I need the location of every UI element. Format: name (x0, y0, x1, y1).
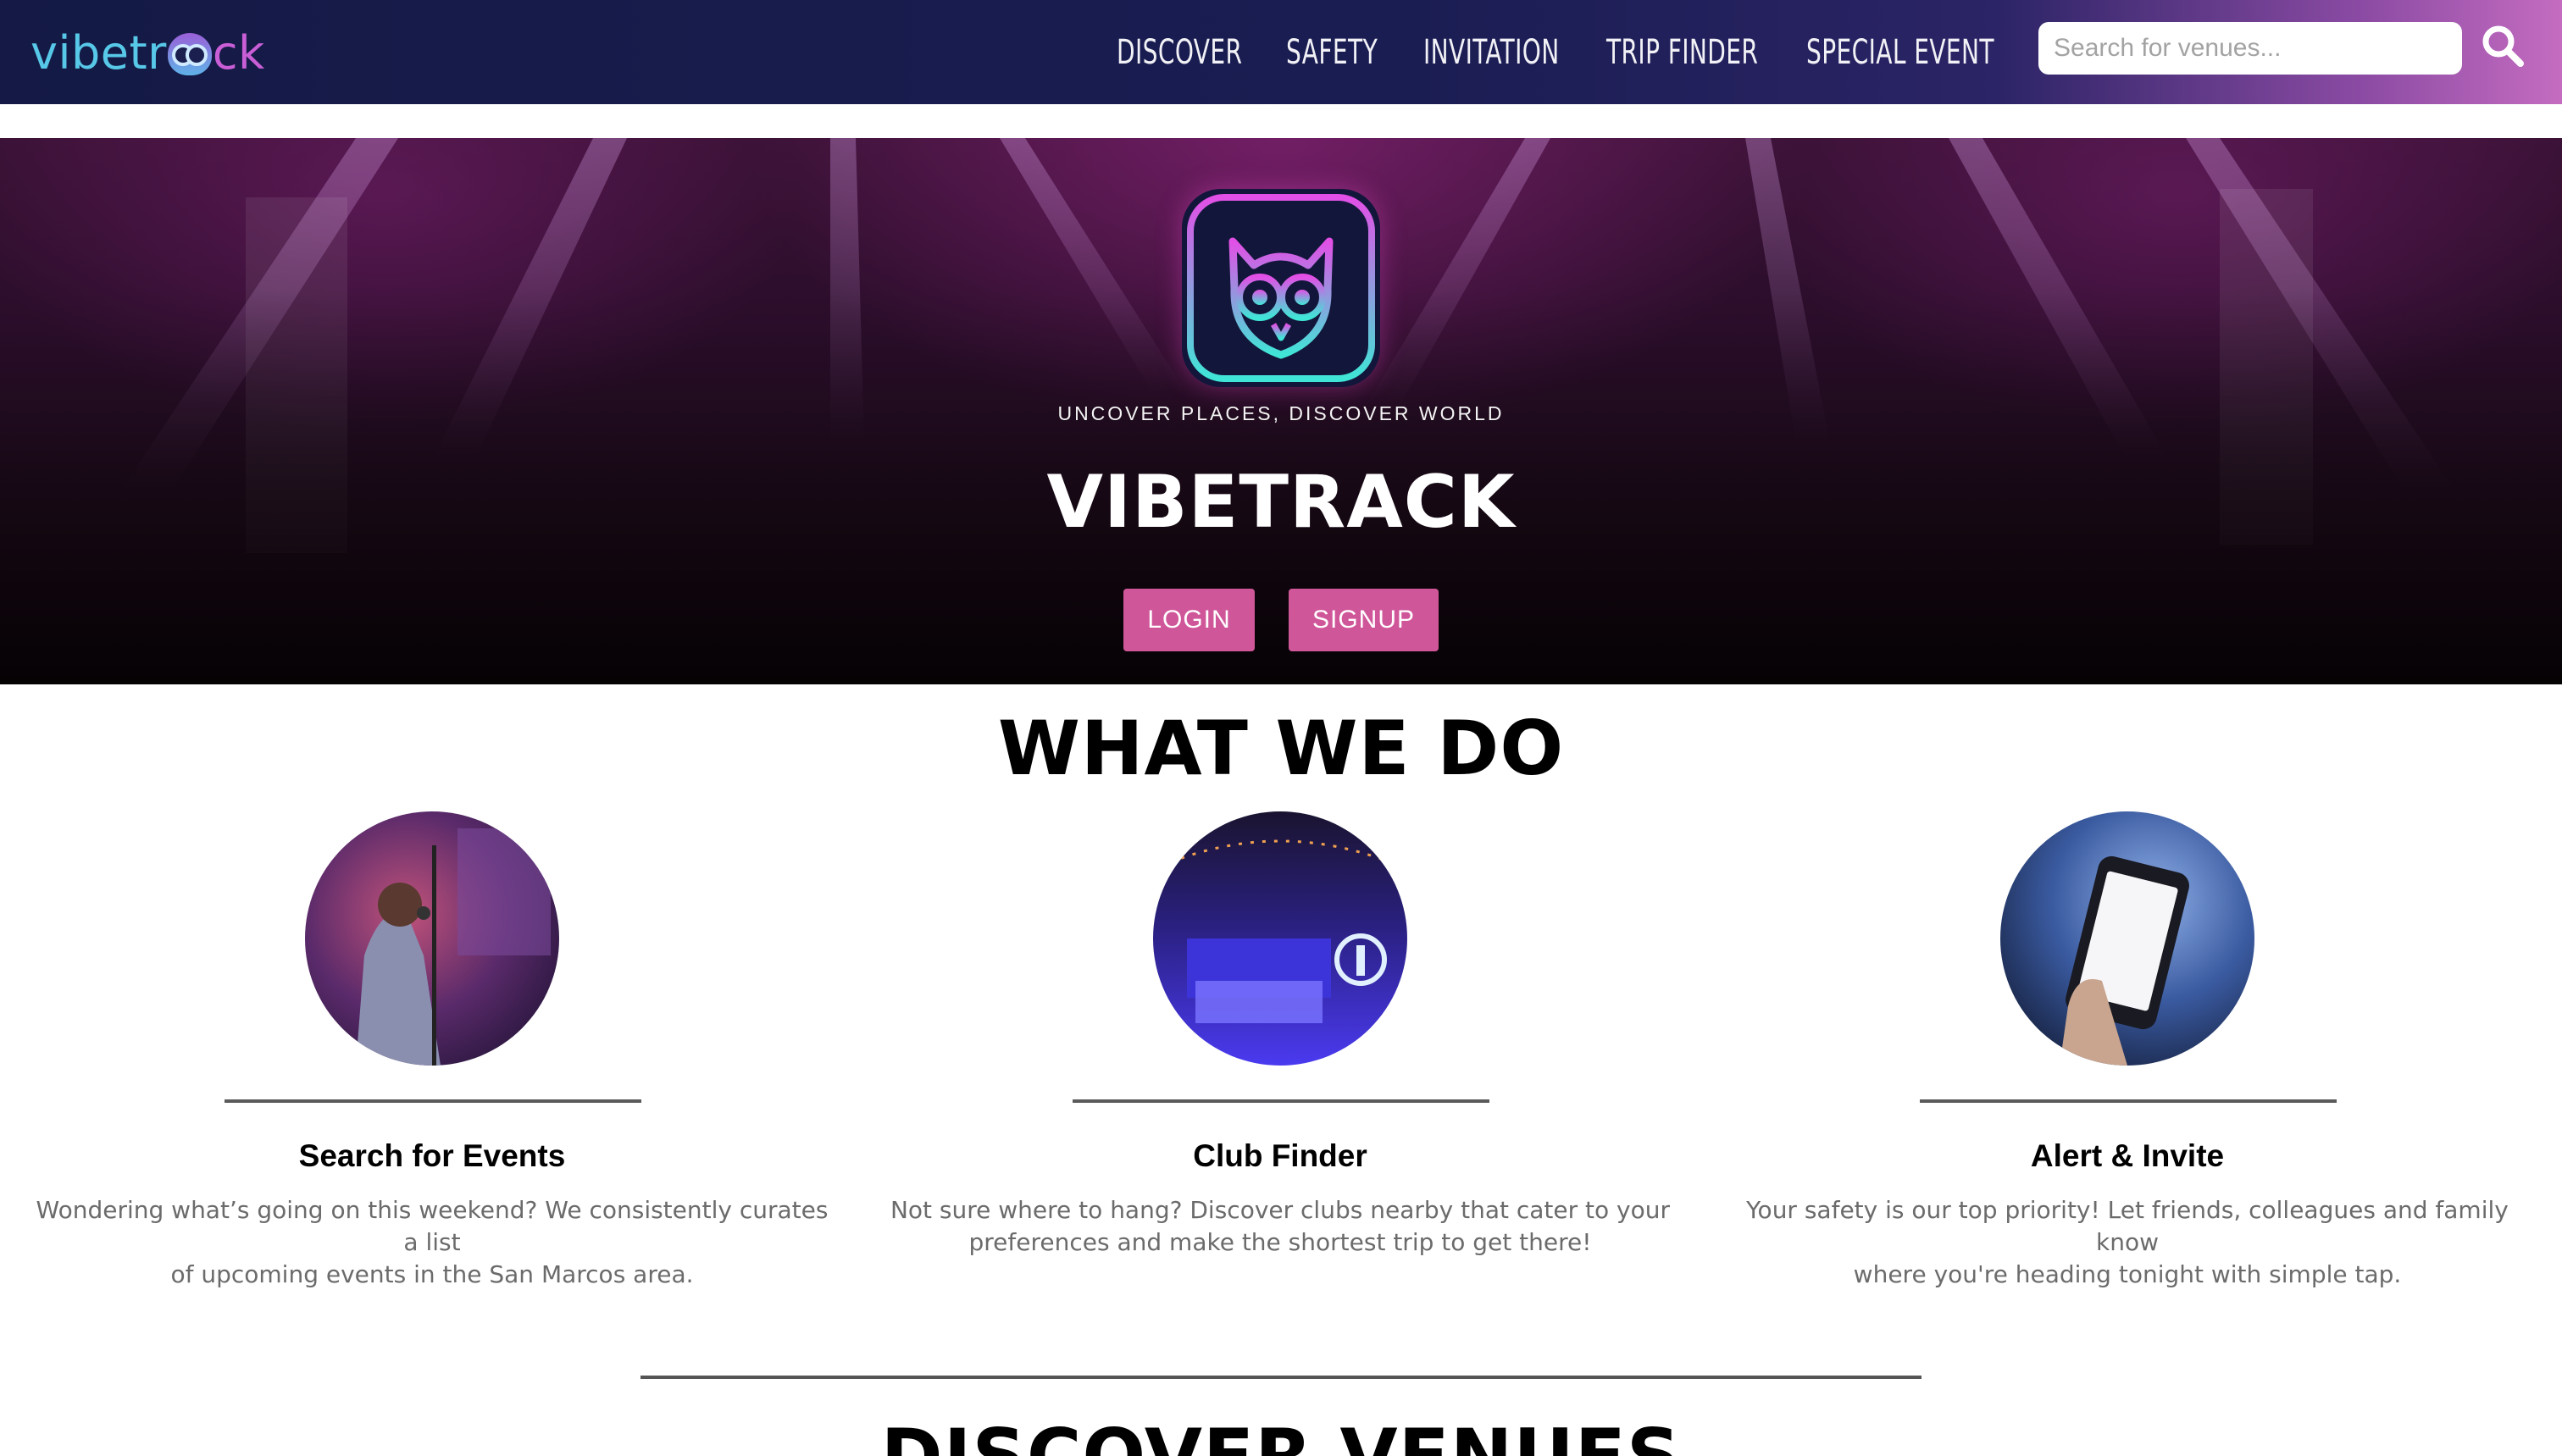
discover-venues-title: DISCOVER VENUES (0, 1413, 2562, 1456)
hero-title: VIBETRACK (1046, 460, 1516, 545)
top-navbar: vibetr ck DISCOVER SAFETY INVITATION TRI… (0, 0, 2562, 104)
club-lounge-image (1153, 811, 1407, 1066)
feature-title: Alert & Invite (2030, 1138, 2225, 1173)
feature-description: Your safety is our top priority! Let fri… (1721, 1194, 2534, 1291)
feature-description: Wondering what’s going on this weekend? … (25, 1194, 839, 1291)
feature-desc-line: preferences and make the shortest trip t… (968, 1228, 1592, 1256)
feature-title: Search for Events (298, 1138, 566, 1173)
feature-desc-line: Wondering what’s going on this weekend? … (36, 1196, 829, 1256)
what-we-do-title: WHAT WE DO (997, 705, 1565, 792)
hero-tagline: UNCOVER PLACES, DISCOVER WORLD (1057, 402, 1505, 424)
owl-icon (167, 33, 212, 75)
brand-text-part1: vibetr (30, 25, 167, 80)
nav-item-trip-finder[interactable]: TRIP FINDER (1606, 33, 1758, 72)
feature-divider (1073, 1099, 1489, 1103)
feature-desc-line: Not sure where to hang? Discover clubs n… (890, 1196, 1671, 1224)
nav-item-invitation[interactable]: INVITATION (1423, 33, 1560, 72)
section-divider (640, 1376, 1922, 1379)
nav-item-discover[interactable]: DISCOVER (1117, 33, 1242, 72)
feature-description: Not sure where to hang? Discover clubs n… (873, 1194, 1687, 1259)
owl-app-icon (1182, 189, 1380, 387)
feature-title: Club Finder (1193, 1138, 1367, 1173)
search-icon (2482, 25, 2524, 67)
feature-divider (225, 1099, 641, 1103)
search-input[interactable] (2038, 22, 2462, 75)
phone-in-hand-image (2000, 811, 2254, 1066)
singer-performing-image (305, 811, 559, 1066)
search-button[interactable] (2476, 19, 2530, 73)
feature-divider (1920, 1099, 2337, 1103)
nav-item-special-event[interactable]: SPECIAL EVENT (1806, 33, 1994, 72)
brand-logo[interactable]: vibetr ck (30, 19, 265, 86)
brand-text-part2: ck (212, 25, 265, 80)
feature-desc-line: of upcoming events in the San Marcos are… (170, 1260, 694, 1288)
nav-item-safety[interactable]: SAFETY (1286, 33, 1378, 72)
login-button[interactable]: LOGIN (1123, 589, 1255, 651)
signup-button[interactable]: SIGNUP (1289, 589, 1439, 651)
feature-desc-line: where you're heading tonight with simple… (1853, 1260, 2402, 1288)
hero-banner: UNCOVER PLACES, DISCOVER WORLD VIBETRACK… (0, 138, 2562, 684)
feature-desc-line: Your safety is our top priority! Let fri… (1746, 1196, 2509, 1256)
